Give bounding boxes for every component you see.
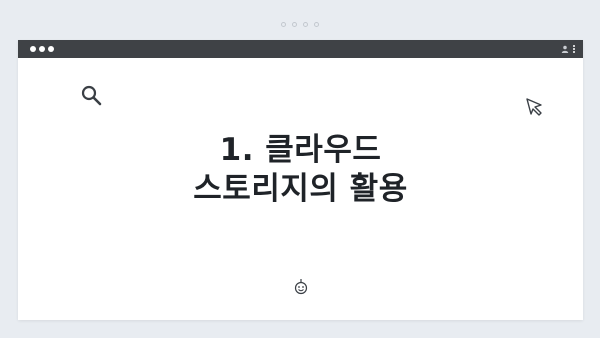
pagination-dot[interactable] [314, 22, 319, 27]
window-dot-maximize[interactable] [48, 46, 54, 52]
window-titlebar [18, 40, 583, 58]
kebab-menu-icon[interactable] [573, 45, 575, 53]
cursor-icon [526, 98, 542, 116]
slide-content: 1. 클라우드 스토리지의 활용 [18, 58, 583, 320]
titlebar-actions [561, 45, 575, 53]
user-icon[interactable] [561, 45, 569, 53]
pagination-dot[interactable] [281, 22, 286, 27]
window-controls [30, 46, 54, 52]
pagination-dot[interactable] [292, 22, 297, 27]
pagination-dots [0, 22, 600, 27]
pagination-dot[interactable] [303, 22, 308, 27]
window-dot-minimize[interactable] [39, 46, 45, 52]
slide-title-line1: 1. 클라우드 [219, 132, 382, 168]
slide-title-line2: 스토리지의 활용 [193, 171, 408, 207]
slide-title: 1. 클라우드 스토리지의 활용 [18, 131, 583, 209]
window-dot-close[interactable] [30, 46, 36, 52]
smile-icon [294, 279, 308, 295]
search-icon [81, 85, 102, 106]
